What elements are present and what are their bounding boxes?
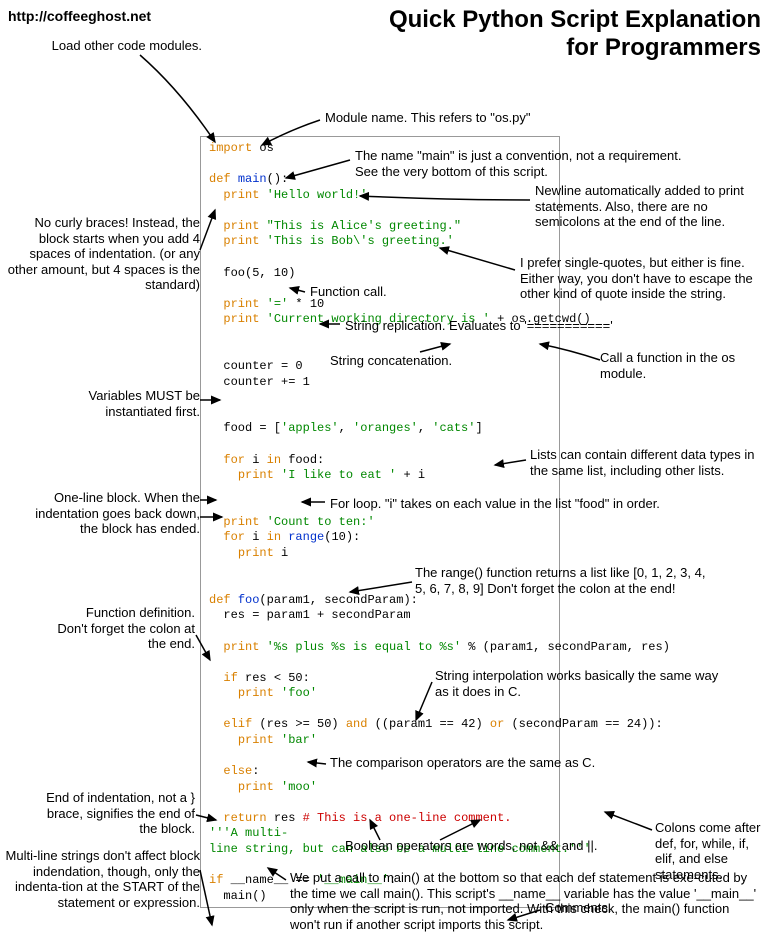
- code-line: print 'bar': [209, 733, 551, 749]
- code-line: print i: [209, 546, 551, 562]
- annot-os-call: Call a function in the os module.: [600, 350, 760, 381]
- code-line: [209, 624, 551, 640]
- annot-no-braces: No curly braces! Instead, the block star…: [5, 215, 200, 293]
- page-title: Quick Python Script Explanation for Prog…: [389, 6, 761, 61]
- annot-string-concat: String concatenation.: [330, 353, 490, 369]
- annot-variables: Variables MUST be instantiated first.: [40, 388, 200, 419]
- annot-main-convention: The name "main" is just a convention, no…: [355, 148, 695, 179]
- code-line: print 'Count to ten:': [209, 515, 551, 531]
- code-line: for i in food:: [209, 453, 551, 469]
- code-line: [209, 406, 551, 422]
- annot-print-newline: Newline automatically added to print sta…: [535, 183, 765, 230]
- annot-module-name: Module name. This refers to "os.py": [325, 110, 555, 126]
- code-line: res = param1 + secondParam: [209, 608, 551, 624]
- code-box: import os def main(): print 'Hello world…: [200, 136, 560, 908]
- annot-multiline: Multi-line strings don't affect block in…: [5, 848, 200, 910]
- code-line: print '%s plus %s is equal to %s' % (par…: [209, 640, 551, 656]
- code-line: food = ['apples', 'oranges', 'cats']: [209, 421, 551, 437]
- annot-function-call: Function call.: [310, 284, 430, 300]
- title-line-2: for Programmers: [566, 34, 761, 61]
- annot-boolean-words: Boolean operators are words, not && and …: [345, 838, 625, 854]
- annot-for-loop: For loop. "i" takes on each value in the…: [330, 496, 720, 512]
- annot-main-call: We put a call to main() at the bottom so…: [290, 870, 760, 932]
- annot-comparison: The comparison operators are the same as…: [330, 755, 640, 771]
- code-line: [209, 250, 551, 266]
- code-line: [209, 203, 551, 219]
- code-line: print 'This is Bob\'s greeting.': [209, 234, 551, 250]
- code-line: counter += 1: [209, 375, 551, 391]
- source-url: http://coffeeghost.net: [8, 8, 151, 24]
- code-line: [209, 795, 551, 811]
- annot-quotes: I prefer single-quotes, but either is fi…: [520, 255, 765, 302]
- code-line: elif (res >= 50) and ((param1 == 42) or …: [209, 717, 551, 733]
- title-line-1: Quick Python Script Explanation: [389, 6, 761, 33]
- code-line: print "This is Alice's greeting.": [209, 219, 551, 235]
- code-line: [209, 702, 551, 718]
- code-line: [209, 390, 551, 406]
- annot-lists: Lists can contain different data types i…: [530, 447, 770, 478]
- annot-end-indent: End of indentation, not a } brace, signi…: [35, 790, 195, 837]
- code-line: print 'Hello world!': [209, 188, 551, 204]
- annot-string-replication: String replication. Evaluates to '======…: [345, 318, 695, 334]
- annot-string-interp: String interpolation works basically the…: [435, 668, 725, 699]
- annot-load-modules: Load other code modules.: [12, 38, 202, 54]
- code-line: foo(5, 10): [209, 266, 551, 282]
- annot-range: The range() function returns a list like…: [415, 565, 715, 596]
- code-line: for i in range(10):: [209, 530, 551, 546]
- annot-one-line-block: One-line block. When the indentation goe…: [15, 490, 200, 537]
- annot-func-def: Function definition. Don't forget the co…: [55, 605, 195, 652]
- code-line: print 'I like to eat ' + i: [209, 468, 551, 484]
- code-line: return res # This is a one-line comment.: [209, 811, 551, 827]
- code-line: [209, 437, 551, 453]
- code-line: print 'moo': [209, 780, 551, 796]
